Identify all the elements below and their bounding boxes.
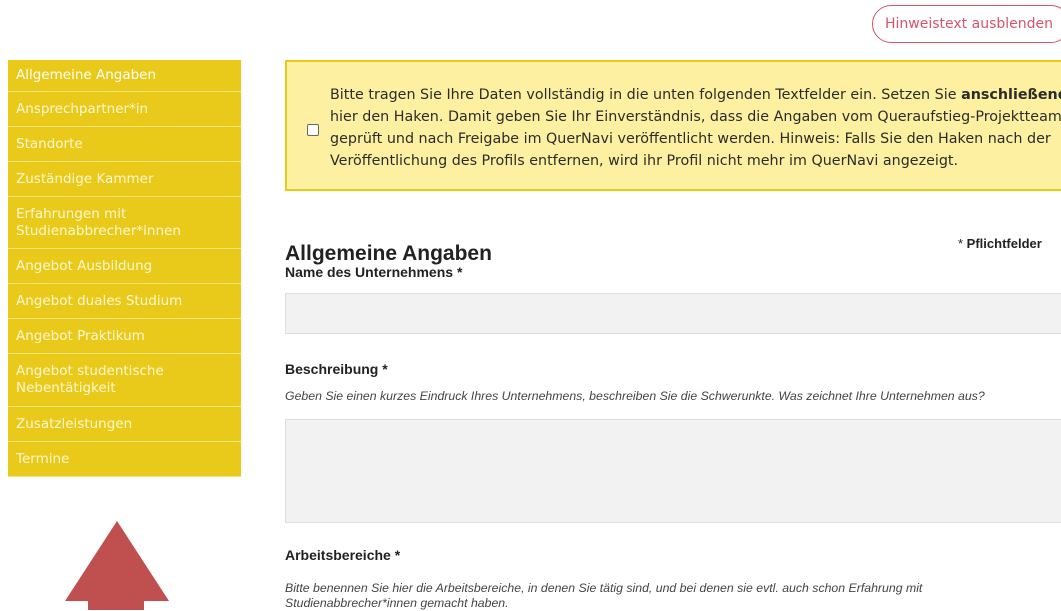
sidebar-item-contact-person[interactable]: Ansprechpartner*in bbox=[8, 92, 241, 127]
page-title: Allgemeine Angaben bbox=[285, 242, 492, 265]
hide-hint-button[interactable]: Hinweistext ausblenden bbox=[872, 5, 1061, 43]
hint-text-bold: anschließend bbox=[961, 87, 1061, 103]
work-areas-label: Arbeitsbereiche * bbox=[285, 547, 401, 563]
sidebar-item-student-job-offer[interactable]: Angebot studentische Nebentätigkeit bbox=[8, 354, 241, 407]
description-label: Beschreibung * bbox=[285, 361, 388, 377]
sidebar-item-training-offer[interactable]: Angebot Ausbildung bbox=[8, 249, 241, 284]
sidebar-item-internship-offer[interactable]: Angebot Praktikum bbox=[8, 319, 241, 354]
sidebar-item-additional-benefits[interactable]: Zusatzleistungen bbox=[8, 407, 241, 442]
company-name-input[interactable] bbox=[285, 293, 1061, 334]
hint-text-part: Bitte tragen Sie Ihre Daten vollständig … bbox=[330, 87, 962, 103]
hint-text-part: hier den Haken. Damit geben Sie Ihr Einv… bbox=[330, 109, 1061, 169]
arrow-stem bbox=[88, 600, 144, 610]
company-name-label: Name des Unternehmens * bbox=[285, 264, 463, 280]
hint-text: Bitte tragen Sie Ihre Daten vollständig … bbox=[330, 84, 1061, 172]
work-areas-help: Bitte benennen Sie hier die Arbeitsberei… bbox=[285, 581, 923, 610]
sidebar-item-locations[interactable]: Standorte bbox=[8, 127, 241, 162]
hint-box: Bitte tragen Sie Ihre Daten vollständig … bbox=[285, 60, 1061, 191]
description-help: Geben Sie einen kurzes Eindruck Ihres Un… bbox=[285, 389, 985, 403]
required-label: Pflichtfelder bbox=[966, 236, 1042, 251]
required-star: * bbox=[958, 236, 967, 251]
description-textarea[interactable] bbox=[285, 419, 1061, 523]
required-fields-note: * Pflichtfelder bbox=[958, 236, 1042, 251]
sidebar-nav: Allgemeine Angaben Ansprechpartner*in St… bbox=[8, 60, 241, 477]
sidebar-item-chamber[interactable]: Zuständige Kammer bbox=[8, 162, 241, 197]
sidebar-item-dual-study-offer[interactable]: Angebot duales Studium bbox=[8, 284, 241, 319]
sidebar-item-dates[interactable]: Termine bbox=[8, 442, 241, 477]
consent-checkbox[interactable] bbox=[307, 124, 319, 136]
arrow-up-icon bbox=[65, 521, 169, 601]
sidebar-item-dropout-experience[interactable]: Erfahrungen mit Studienabbrecher*innen bbox=[8, 197, 241, 249]
sidebar-item-general-info[interactable]: Allgemeine Angaben bbox=[8, 60, 241, 92]
